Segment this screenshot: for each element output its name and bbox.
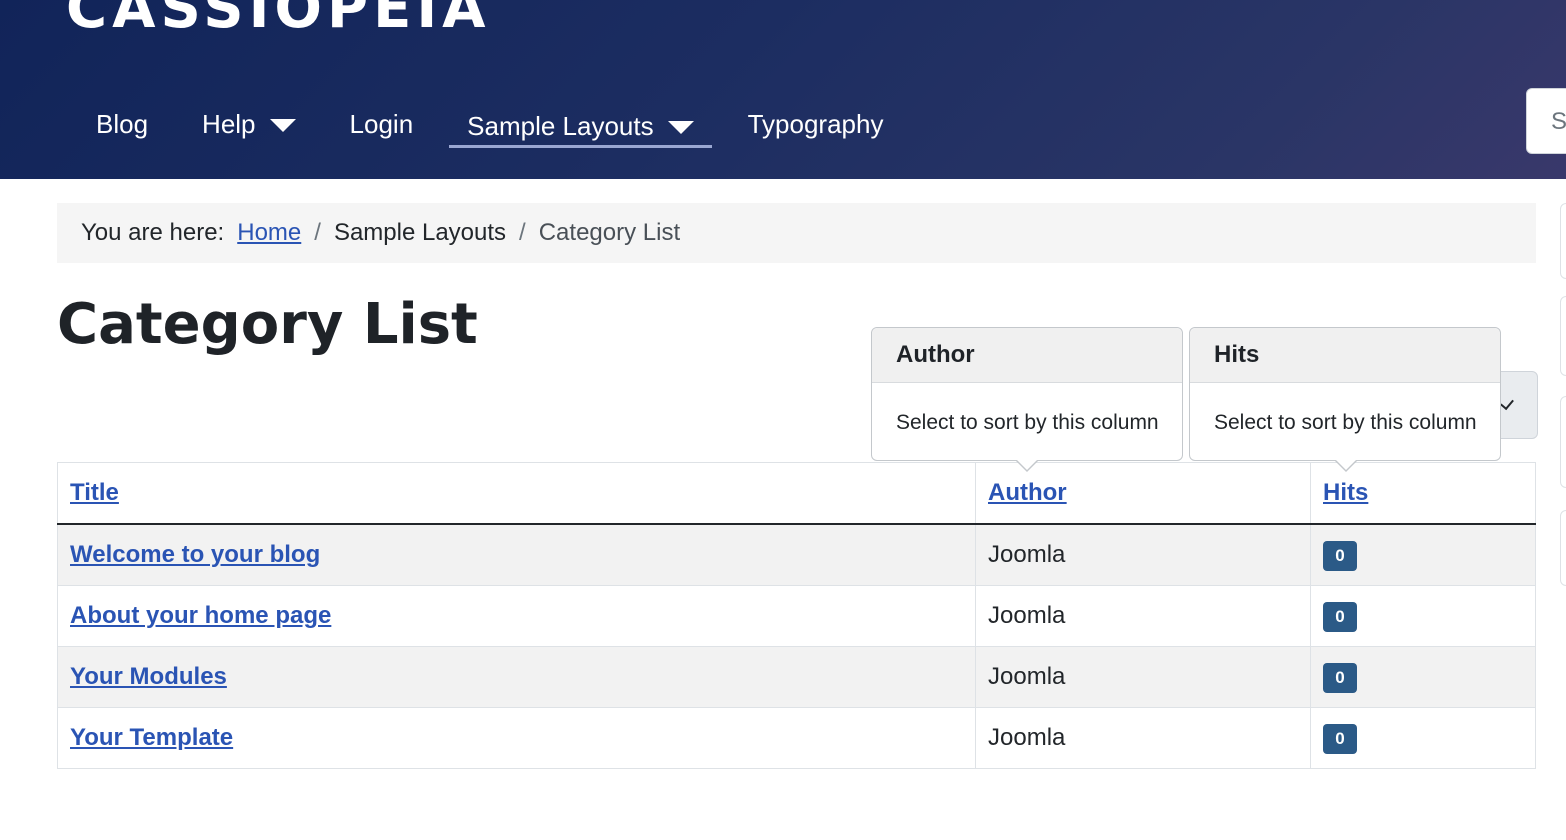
nav-item-label: Sample Layouts [467,110,654,141]
table-row: Welcome to your blog Joomla 0 [57,523,1536,586]
cell-author: Joomla [975,523,1311,586]
cell-title: Your Modules [57,646,976,708]
sidebar-module [1560,203,1566,279]
table-row: About your home page Joomla 0 [57,585,1536,647]
column-header-title: Title [57,462,976,525]
tooltip-title: Hits [1190,328,1500,383]
cell-title: Welcome to your blog [57,523,976,586]
chevron-down-icon [1500,395,1514,411]
nav-item-sample-layouts[interactable]: Sample Layouts [449,105,712,148]
tooltip-title: Author [872,328,1182,383]
sidebar-module [1560,510,1566,586]
cell-title: About your home page [57,585,976,647]
hits-badge: 0 [1323,723,1357,754]
main-nav: Blog Help Login Sample Layouts Typograph… [78,100,919,148]
table-row: Your Template Joomla 0 [57,707,1536,769]
hits-badge: 0 [1323,540,1357,571]
page-title: Category List [57,292,478,357]
breadcrumb-current: Category List [538,219,681,246]
chevron-down-icon[interactable] [269,118,296,132]
site-brand[interactable]: CASSIOPEIA [66,0,491,41]
sort-by-hits-link[interactable]: Hits [1323,479,1368,506]
tooltip-text: Select to sort by this column [1214,411,1477,434]
hits-sort-tooltip: Hits Select to sort by this column [1189,327,1501,472]
breadcrumb-separator: / [314,219,321,246]
article-link[interactable]: About your home page [70,602,331,629]
breadcrumb-item: Sample Layouts [333,219,507,246]
article-link[interactable]: Your Modules [70,663,227,690]
tooltip-arrow [1015,459,1039,472]
article-link[interactable]: Your Template [70,724,233,751]
article-link[interactable]: Welcome to your blog [70,541,320,568]
tooltip-text: Select to sort by this column [896,411,1159,434]
breadcrumb-home-link[interactable]: Home [237,219,301,247]
cell-hits: 0 [1310,707,1536,769]
nav-item-label: Login [349,108,414,139]
nav-item-label: Help [202,108,256,139]
cell-hits: 0 [1310,646,1536,708]
breadcrumb-separator: / [519,219,526,246]
search-input[interactable]: Se [1526,88,1566,154]
nav-item-help[interactable]: Help [184,101,313,147]
site-header: CASSIOPEIA Blog Help Login Sample Layout… [0,0,1566,179]
cell-hits: 0 [1310,585,1536,647]
nav-item-blog[interactable]: Blog [78,101,166,147]
cell-author: Joomla [975,707,1311,769]
nav-item-typography[interactable]: Typography [730,101,902,147]
sort-by-author-link[interactable]: Author [988,479,1067,506]
cell-hits: 0 [1310,523,1536,586]
nav-item-label: Blog [96,108,149,139]
cell-author: Joomla [975,646,1311,708]
author-sort-tooltip: Author Select to sort by this column [871,327,1183,472]
sort-by-title-link[interactable]: Title [70,479,119,506]
table-header-row: Title Author Hits [57,462,1536,525]
breadcrumb-prefix: You are here: [81,219,225,246]
sidebar-module [1560,396,1566,488]
hits-badge: 0 [1323,662,1357,693]
sidebar-module [1560,296,1566,376]
cell-author: Joomla [975,585,1311,647]
nav-item-label: Typography [747,108,884,139]
table-row: Your Modules Joomla 0 [57,646,1536,708]
category-table: Title Author Hits Welcome to your blog J… [57,462,1536,769]
cell-title: Your Template [57,707,976,769]
breadcrumb: You are here: Home / Sample Layouts / Ca… [57,203,1536,263]
nav-item-login[interactable]: Login [332,101,432,147]
hits-badge: 0 [1323,601,1357,632]
tooltip-arrow [1334,459,1358,472]
chevron-down-icon[interactable] [667,120,694,134]
